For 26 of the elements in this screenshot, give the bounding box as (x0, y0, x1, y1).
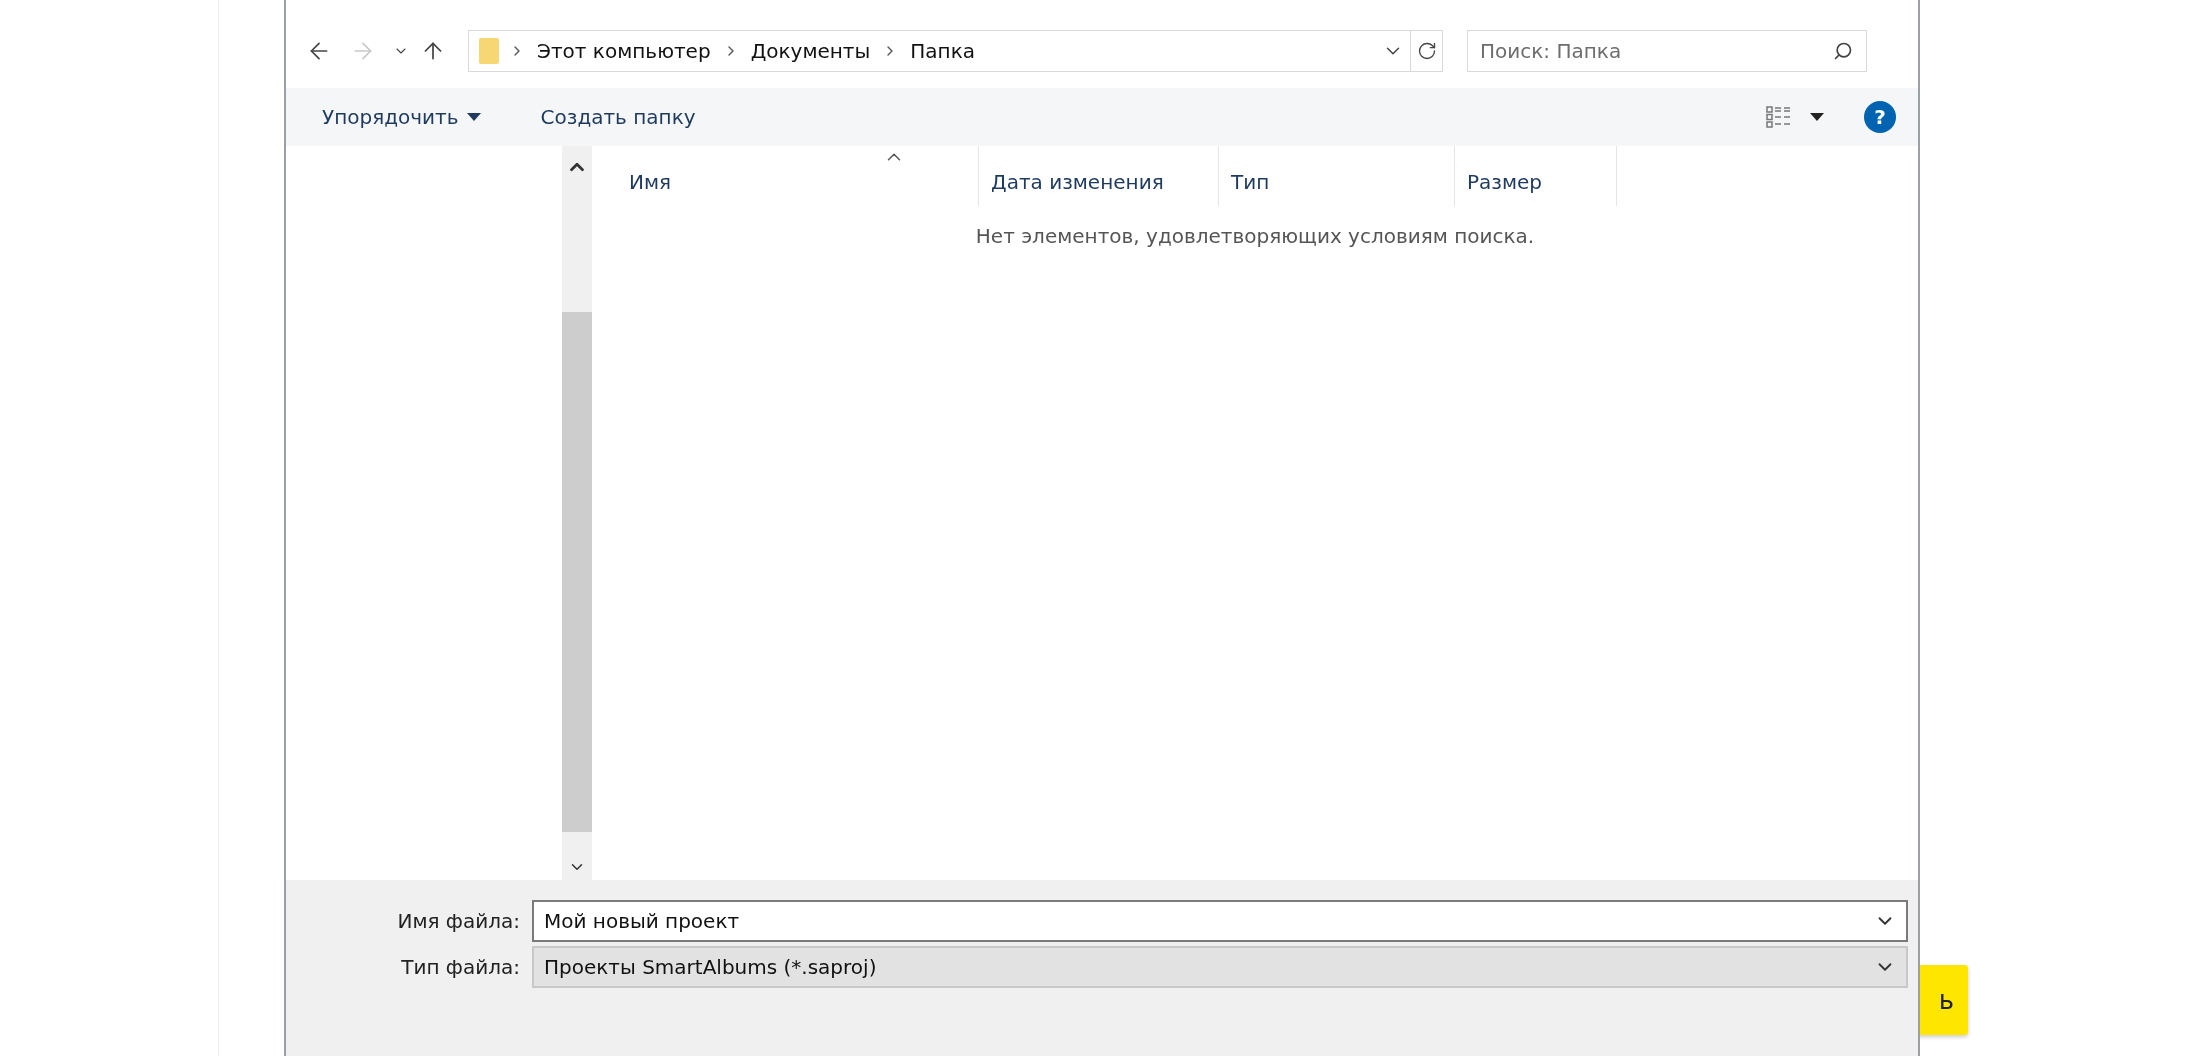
search-icon (1833, 41, 1853, 61)
view-dropdown-icon[interactable] (1810, 113, 1824, 121)
folder-icon (479, 38, 499, 64)
breadcrumb[interactable]: Папка (910, 39, 976, 63)
caret-icon (466, 113, 481, 121)
column-header[interactable]: Дата изменения (979, 146, 1219, 206)
empty-message: Нет элементов, удовлетворяющих условиям поиска. (975, 224, 1535, 248)
new-folder-button[interactable]: Создать папку (540, 105, 696, 129)
file-type-dropdown[interactable]: Проекты SmartAlbums (*.saproj) (532, 946, 1908, 988)
refresh-button[interactable] (1411, 30, 1443, 72)
column-header[interactable]: Имя (599, 146, 979, 206)
column-header[interactable]: Размер (1455, 146, 1617, 206)
help-button[interactable]: ? (1864, 101, 1896, 133)
scroll-thumb[interactable] (562, 312, 592, 832)
address-bar[interactable]: Этот компьютер Документы Папка (468, 30, 1411, 72)
breadcrumb[interactable]: Этот компьютер (537, 39, 711, 63)
scrollbar[interactable] (562, 146, 592, 880)
file-name-label: Имя файла: (396, 909, 520, 933)
breadcrumb[interactable]: Документы (750, 39, 871, 63)
file-type-label: Тип файла: (400, 955, 520, 979)
view-icon[interactable] (1766, 106, 1790, 128)
column-header[interactable]: Тип (1219, 146, 1455, 206)
file-name-field[interactable]: Мой новый проект (532, 900, 1908, 942)
organize-button[interactable]: Упорядочить (322, 105, 481, 129)
search-field[interactable]: Поиск: Папка (1467, 30, 1867, 72)
refresh-icon (1416, 41, 1437, 61)
